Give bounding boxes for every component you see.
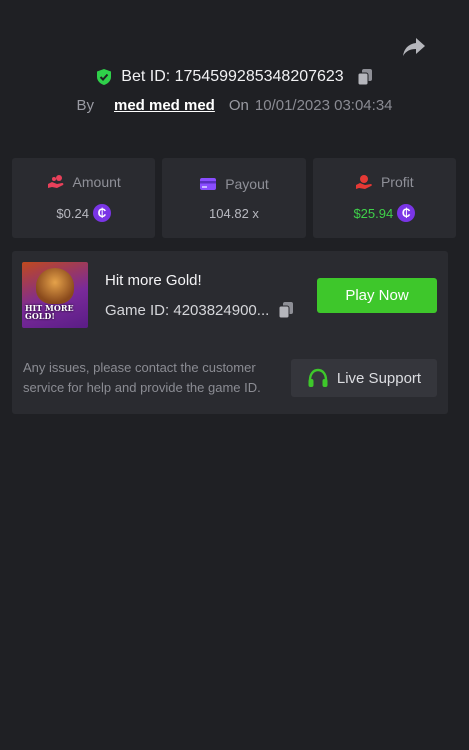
verified-shield-icon: [95, 68, 113, 86]
miner-figure: [36, 268, 74, 304]
bet-author-row: By med med med On 10/01/2023 03:04:34: [0, 97, 469, 114]
hand-money-icon: [355, 175, 372, 189]
bet-id-row: Bet ID: 1754599285348207623: [0, 68, 469, 86]
stat-payout: Payout 104.82 x: [162, 158, 306, 238]
stat-amount-value: $0.24: [56, 205, 89, 221]
share-button[interactable]: [400, 36, 428, 58]
game-thumbnail-title: HIT MORE GOLD!: [25, 303, 74, 321]
stat-payout-label: Payout: [225, 175, 269, 192]
game-card: HIT MORE GOLD! Hit more Gold! Game ID: 4…: [12, 251, 448, 414]
stat-amount-label: Amount: [72, 174, 121, 190]
stat-profit-label: Profit: [380, 174, 414, 190]
game-title: Hit more Gold!: [105, 272, 202, 289]
game-id-text: Game ID: 4203824900...: [105, 301, 270, 319]
hand-coins-icon: [47, 175, 63, 188]
on-label: On: [228, 97, 249, 114]
play-now-button[interactable]: Play Now: [317, 278, 437, 313]
bet-id-text: Bet ID: 1754599285348207623: [121, 68, 344, 85]
stat-profit-value: $25.94: [353, 205, 394, 221]
copy-bet-id-icon[interactable]: [356, 68, 374, 86]
live-support-button[interactable]: Live Support: [291, 359, 437, 397]
stat-profit: Profit $25.94 ₵: [312, 158, 456, 238]
live-support-label: Live Support: [336, 369, 422, 387]
stat-payout-value: 104.82 x: [209, 205, 259, 221]
coin-icon: ₵: [397, 204, 416, 222]
stat-amount: Amount $0.24 ₵: [12, 158, 156, 238]
copy-game-id-icon[interactable]: [277, 301, 295, 319]
bet-stats: Amount $0.24 ₵ Payout 104.82 x Profit $2…: [12, 158, 456, 238]
by-label: By: [76, 97, 94, 114]
coin-icon: ₵: [92, 204, 111, 222]
headset-icon: [308, 368, 328, 387]
share-icon: [403, 38, 425, 56]
game-id-row: Game ID: 4203824900...: [105, 301, 295, 319]
card-icon: [200, 177, 217, 190]
game-thumbnail[interactable]: HIT MORE GOLD!: [22, 262, 88, 328]
support-message: Any issues, please contact the customer …: [23, 360, 261, 395]
bet-date: 10/01/2023 03:04:34: [254, 97, 393, 114]
username-link[interactable]: med med med: [114, 97, 215, 114]
